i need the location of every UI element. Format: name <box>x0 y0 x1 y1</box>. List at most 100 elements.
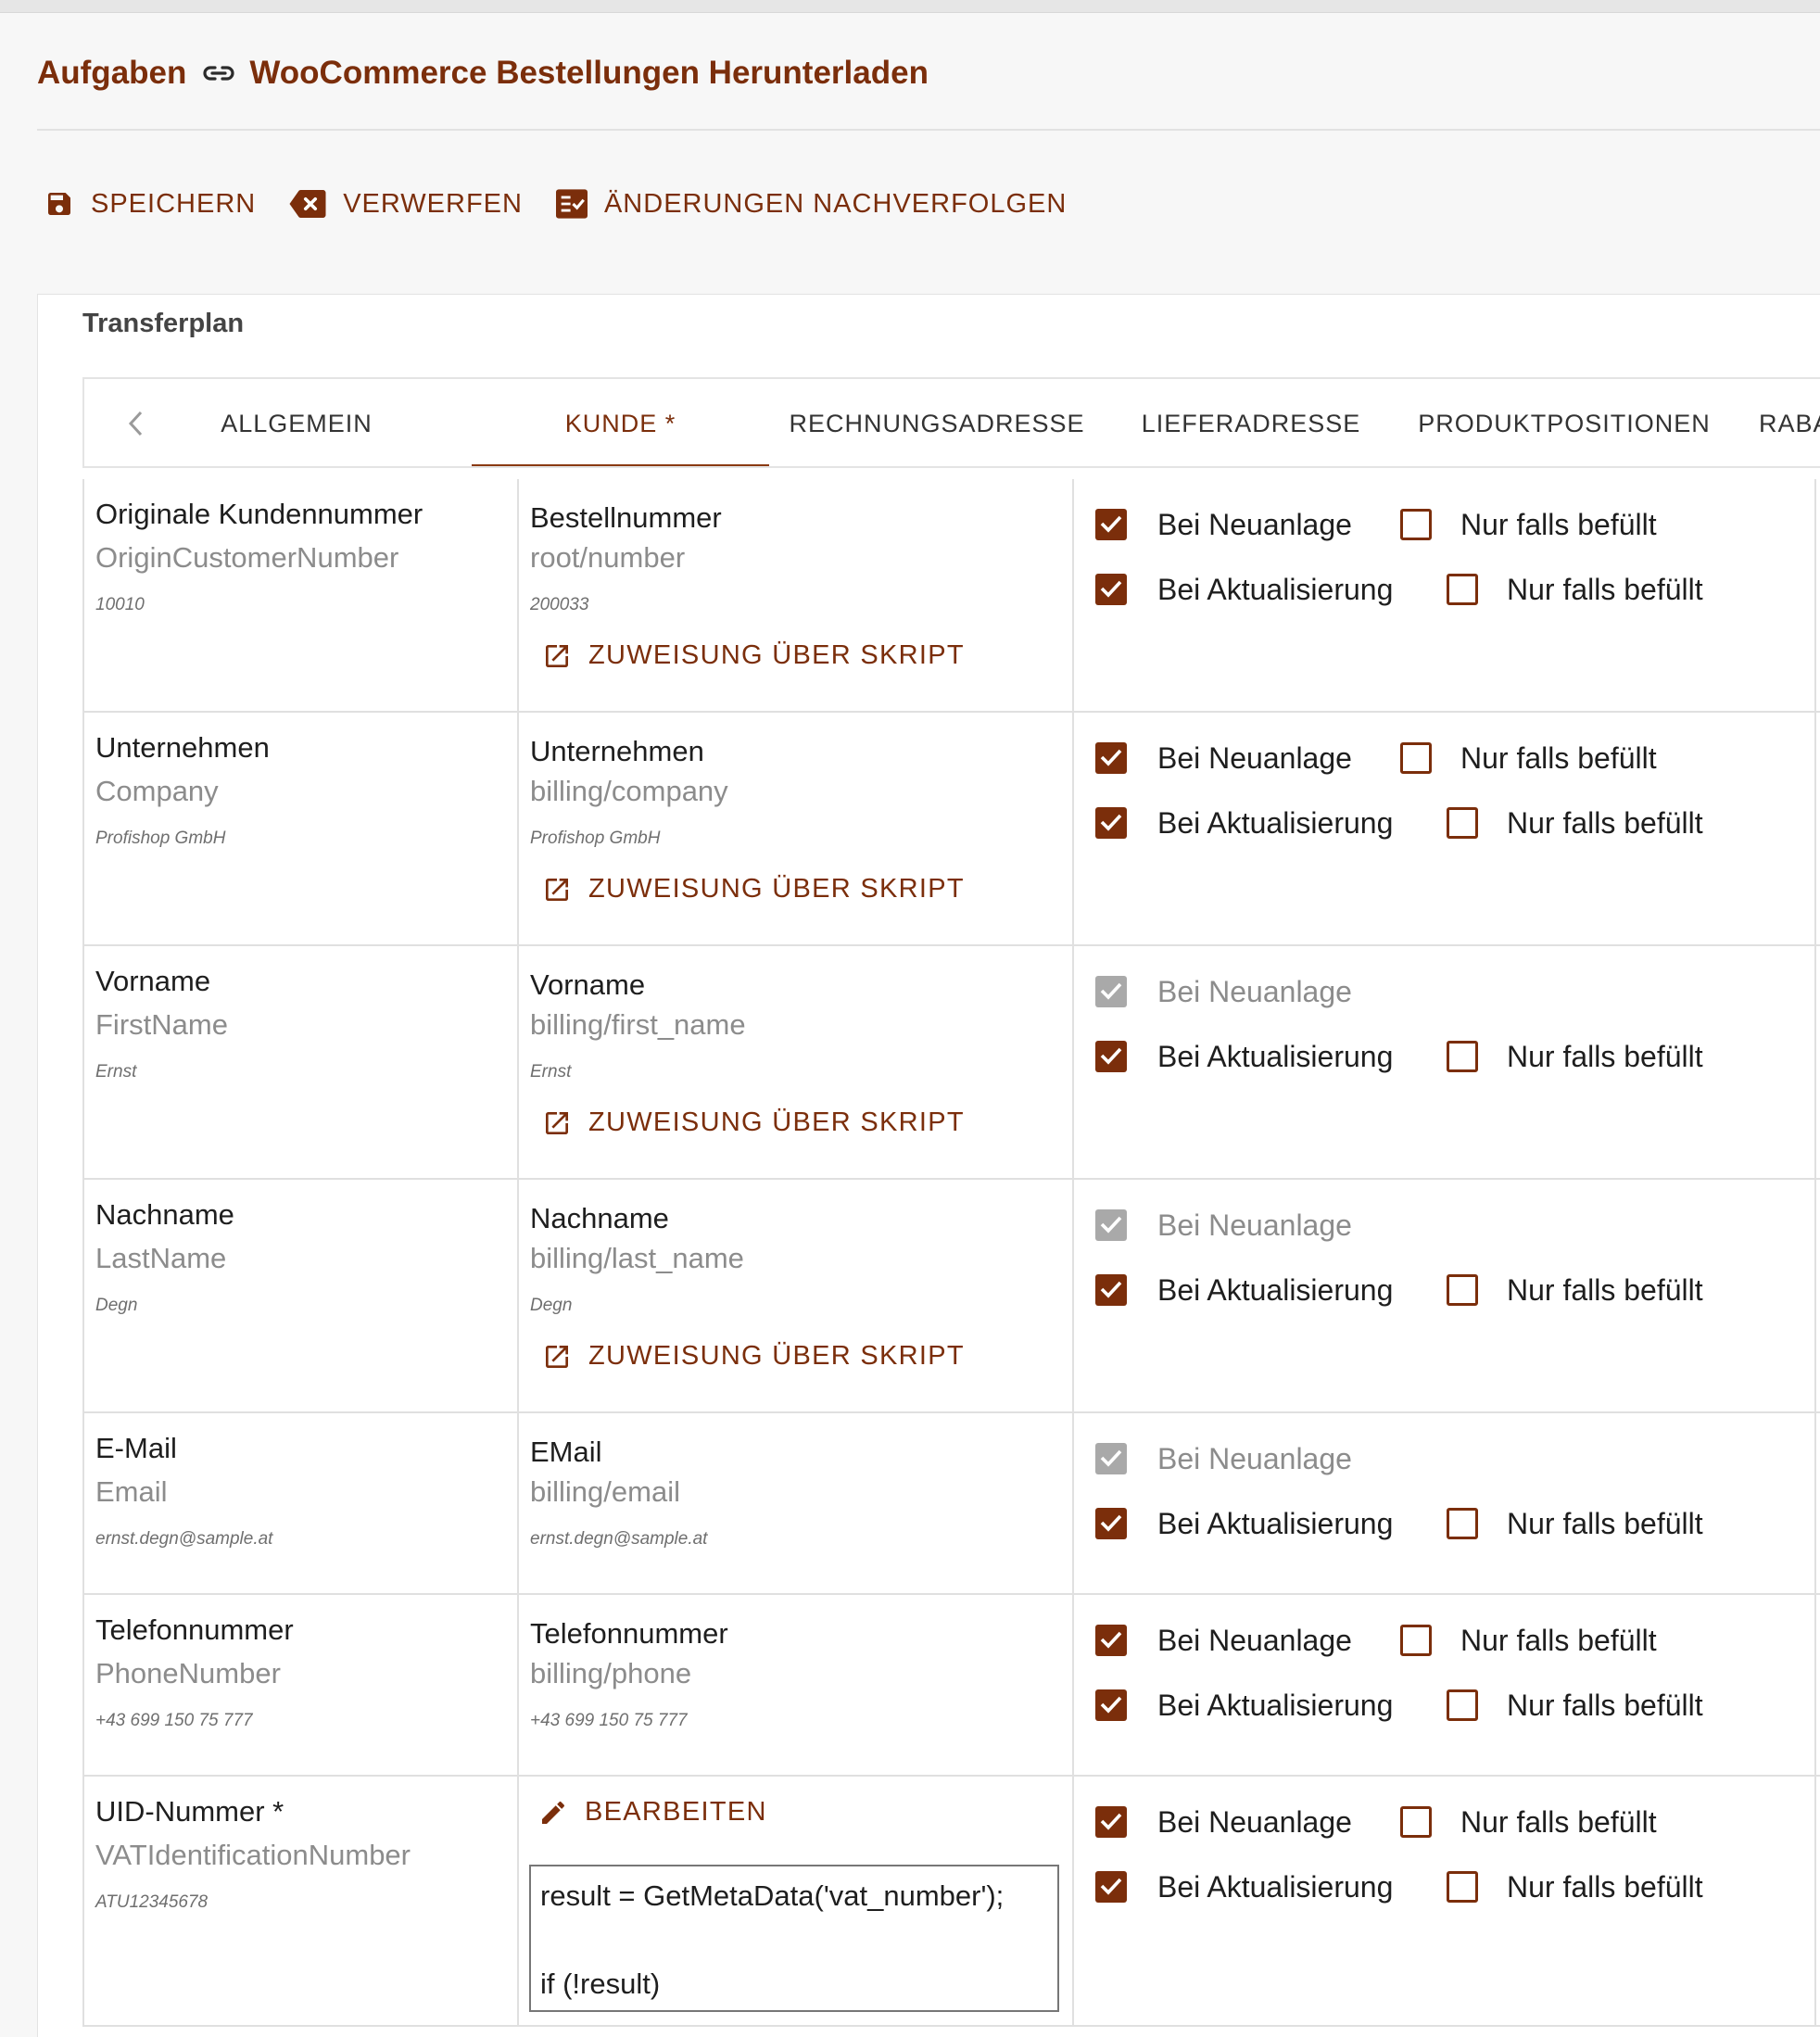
target-sample-value: Degn <box>95 1296 138 1315</box>
column-divider <box>517 1595 519 1775</box>
source-sample-value: 200033 <box>530 595 589 614</box>
update-only-if-filled-checkbox[interactable] <box>1447 1041 1478 1072</box>
on-create-label: Bei Neuanlage <box>1157 741 1352 775</box>
update-only-if-filled-checkbox[interactable] <box>1447 1871 1478 1903</box>
tab-rechnungsadresse[interactable]: RECHNUNGSADRESSE <box>779 379 1094 466</box>
update-only-if-filled-label: Nur falls befüllt <box>1507 1507 1703 1540</box>
on-update-label: Bei Aktualisierung <box>1157 1273 1394 1307</box>
open-in-new-icon <box>546 644 568 667</box>
column-divider <box>1814 479 1816 711</box>
create-only-if-filled-checkbox[interactable] <box>1400 742 1432 774</box>
update-only-if-filled-checkbox[interactable] <box>1447 807 1478 839</box>
active-tab-indicator <box>472 464 769 466</box>
edit-script-button[interactable]: BEARBEITEN <box>538 1797 767 1828</box>
checkmark-icon <box>1100 1878 1122 1895</box>
script-assign-button[interactable]: ZUWEISUNG ÜBER SKRIPT <box>542 1341 965 1372</box>
source-field-path: billing/first_name <box>530 1008 746 1041</box>
create-only-if-filled-label: Nur falls befüllt <box>1460 508 1657 541</box>
target-sample-value: +43 699 150 75 777 <box>95 1711 253 1730</box>
on-update-checkbox[interactable] <box>1095 1871 1127 1903</box>
on-update-checkbox[interactable] <box>1095 1041 1127 1072</box>
on-create-checkbox[interactable] <box>1095 1625 1127 1656</box>
script-assign-label: ZUWEISUNG ÜBER SKRIPT <box>588 1107 965 1137</box>
create-only-if-filled-label: Nur falls befüllt <box>1460 741 1657 775</box>
tab-kunde[interactable]: KUNDE * <box>472 379 769 466</box>
on-update-checkbox[interactable] <box>1095 1689 1127 1721</box>
create-only-if-filled-checkbox[interactable] <box>1400 1806 1432 1838</box>
discard-icon <box>289 190 326 218</box>
on-create-checkbox <box>1095 976 1127 1007</box>
script-editor[interactable]: result = GetMetaData('vat_number'); if (!… <box>529 1865 1059 2012</box>
breadcrumb-parent[interactable]: Aufgaben <box>37 55 186 92</box>
target-sample-value: ATU12345678 <box>95 1892 209 1912</box>
script-assign-button[interactable]: ZUWEISUNG ÜBER SKRIPT <box>542 1107 965 1138</box>
tab-rabatte[interactable]: RABA <box>1759 379 1820 466</box>
update-only-if-filled-checkbox[interactable] <box>1447 1689 1478 1721</box>
on-update-label: Bei Aktualisierung <box>1157 1870 1394 1904</box>
checkmark-icon <box>1100 1281 1122 1298</box>
target-field-label: UID-Nummer * <box>95 1795 284 1828</box>
discard-button[interactable]: VERWERFEN <box>289 189 523 220</box>
on-create-checkbox[interactable] <box>1095 742 1127 774</box>
column-divider <box>1072 713 1074 944</box>
create-only-if-filled-checkbox[interactable] <box>1400 1625 1432 1656</box>
tab-scroll-left-button[interactable] <box>121 405 149 442</box>
script-assign-button[interactable]: ZUWEISUNG ÜBER SKRIPT <box>542 874 965 905</box>
mapping-row: Unternehmen Company Profishop GmbH Unterneh… <box>82 713 1820 946</box>
create-only-if-filled-checkbox[interactable] <box>1400 509 1432 540</box>
source-field-label: Unternehmen <box>530 735 704 767</box>
tab-allgemein[interactable]: ALLGEMEIN <box>197 379 396 466</box>
checkmark-icon <box>1100 814 1122 831</box>
mapping-row: Telefonnummer PhoneNumber +43 699 150 75 7… <box>82 1595 1820 1777</box>
header-divider <box>37 129 1820 131</box>
on-create-checkbox[interactable] <box>1095 1806 1127 1838</box>
column-divider <box>82 946 84 1178</box>
column-divider <box>1814 946 1816 1178</box>
update-only-if-filled-checkbox[interactable] <box>1447 1274 1478 1306</box>
save-button[interactable]: SPEICHERN <box>44 189 256 220</box>
track-changes-label: ÄNDERUNGEN NACHVERFOLGEN <box>603 188 1068 219</box>
track-changes-button[interactable]: ÄNDERUNGEN NACHVERFOLGEN <box>555 188 1068 220</box>
target-field-name: PhoneNumber <box>95 1657 281 1689</box>
target-field-name: OriginCustomerNumber <box>95 541 399 574</box>
checkmark-icon <box>1100 515 1122 533</box>
on-create-checkbox[interactable] <box>1095 509 1127 540</box>
checkmark-icon <box>1100 749 1122 766</box>
tab-produktpositionen[interactable]: PRODUKTPOSITIONEN <box>1411 379 1717 466</box>
mapping-row: Originale Kundennummer OriginCustomerNumb… <box>82 479 1820 713</box>
column-divider <box>1814 1413 1816 1593</box>
update-only-if-filled-checkbox[interactable] <box>1447 1508 1478 1539</box>
on-update-checkbox[interactable] <box>1095 807 1127 839</box>
checkmark-icon <box>1100 1449 1122 1467</box>
script-assign-button[interactable]: ZUWEISUNG ÜBER SKRIPT <box>542 640 965 671</box>
update-only-if-filled-label: Nur falls befüllt <box>1507 1870 1703 1904</box>
target-sample-value: Profishop GmbH <box>95 829 226 848</box>
column-divider <box>517 1413 519 1593</box>
column-divider <box>1814 713 1816 944</box>
source-sample-value: +43 699 150 75 777 <box>530 1711 688 1730</box>
column-divider <box>517 1180 519 1411</box>
on-create-label: Bei Neuanlage <box>1157 1624 1352 1657</box>
on-update-label: Bei Aktualisierung <box>1157 806 1394 840</box>
panel-title: Transferplan <box>82 309 245 338</box>
mapping-row: Vorname FirstName Ernst Vorname billing/firs… <box>82 946 1820 1180</box>
mapping-row: E-Mail Email ernst.degn@sample.at EMail bill… <box>82 1413 1820 1595</box>
on-update-label: Bei Aktualisierung <box>1157 1689 1394 1722</box>
column-divider <box>82 1595 84 1775</box>
on-update-checkbox[interactable] <box>1095 574 1127 605</box>
column-divider <box>1072 1413 1074 1593</box>
on-update-checkbox[interactable] <box>1095 1508 1127 1539</box>
breadcrumb: Aufgaben WooCommerce Bestellungen Herunt… <box>37 51 929 95</box>
source-sample-value: ernst.degn@sample.at <box>530 1529 708 1549</box>
source-field-path: billing/phone <box>530 1657 692 1689</box>
column-divider <box>517 1777 519 2025</box>
column-divider <box>1814 1595 1816 1775</box>
tab-lieferadresse[interactable]: LIEFERADRESSE <box>1126 379 1376 466</box>
target-field-label: E-Mail <box>95 1432 177 1464</box>
update-only-if-filled-checkbox[interactable] <box>1447 574 1478 605</box>
on-update-checkbox[interactable] <box>1095 1274 1127 1306</box>
column-divider <box>1072 1595 1074 1775</box>
mapping-row: Nachname LastName Degn Nachname billing/last… <box>82 1180 1820 1413</box>
open-in-new-icon <box>546 1345 568 1368</box>
checkmark-icon <box>1100 1631 1122 1649</box>
